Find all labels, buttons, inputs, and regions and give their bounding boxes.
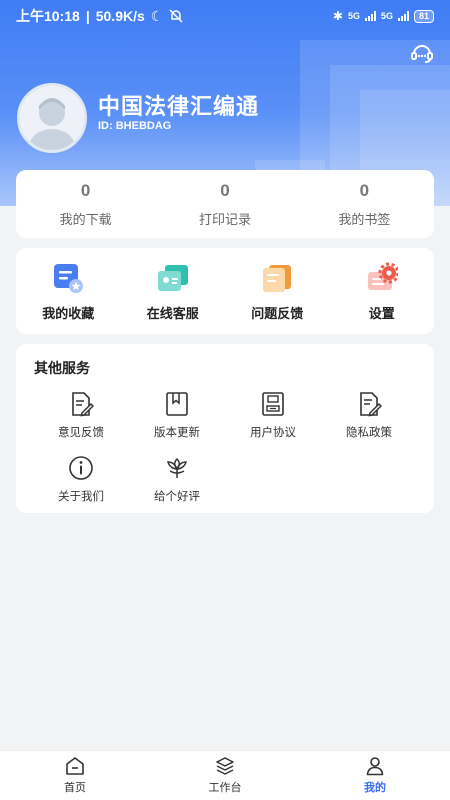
service-item-about-us[interactable]: 关于我们: [33, 455, 129, 504]
tab-label: 工作台: [208, 782, 242, 794]
bottom-tab-bar: 首页 工作台 我的: [0, 750, 450, 800]
stat-print-records[interactable]: 0 打印记录: [155, 170, 294, 238]
bluetooth-icon: ✱: [332, 9, 343, 23]
layers-icon: [216, 757, 234, 775]
service-item-privacy-policy[interactable]: 隐私政策: [321, 391, 417, 440]
network-type-2: 5G: [380, 11, 393, 21]
person-icon: [366, 757, 384, 776]
status-net-speed: 50.9K/s: [95, 8, 145, 24]
network-type-1: 5G: [347, 11, 360, 21]
service-item-user-agreement[interactable]: 用户协议: [225, 391, 321, 440]
user-avatar-icon: [20, 86, 84, 150]
stat-bookmarks[interactable]: 0 我的书签: [295, 170, 434, 238]
stat-downloads[interactable]: 0 我的下载: [16, 170, 155, 238]
signal-icon: [364, 11, 376, 21]
customer-service-icon: [157, 265, 188, 291]
quick-action-favorites[interactable]: 我的收藏: [16, 248, 121, 334]
service-label: 关于我们: [58, 491, 104, 503]
stat-value: 0: [359, 180, 370, 200]
service-label: 给个好评: [154, 491, 200, 503]
service-item-version-update[interactable]: 版本更新: [129, 391, 225, 440]
user-id: ID: BHEBDAG: [98, 120, 172, 132]
moon-icon: ☾: [150, 7, 164, 24]
stats-card: 0 我的下载 0 打印记录 0 我的书签: [16, 170, 434, 238]
service-label: 版本更新: [154, 427, 200, 439]
quick-action-settings[interactable]: 设置: [330, 248, 435, 334]
status-bar: 上午10:18 | 50.9K/s ☾ ✱ 5G 5G 81: [0, 0, 450, 32]
tab-label: 我的: [364, 782, 386, 794]
flower-icon: [167, 457, 187, 478]
other-services-card: 其他服务 意见反馈 版本更新 用户协议 隐私政策 关于我们 给个好评: [16, 344, 434, 513]
favorites-icon: [54, 264, 84, 293]
stat-label: 我的下载: [59, 211, 112, 227]
stat-value: 0: [80, 180, 91, 200]
tab-workbench[interactable]: 工作台: [150, 751, 300, 800]
quick-action-customer-service[interactable]: 在线客服: [121, 248, 226, 334]
avatar[interactable]: [17, 83, 87, 153]
quick-action-label: 问题反馈: [251, 306, 304, 321]
agreement-icon: [262, 392, 284, 416]
headset-icon[interactable]: [410, 42, 434, 64]
section-title: 其他服务: [34, 360, 90, 376]
quick-action-label: 我的收藏: [42, 306, 95, 321]
document-pen-icon: [72, 392, 94, 417]
status-divider: |: [85, 8, 90, 24]
feedback-icon: [263, 265, 292, 292]
stat-label: 我的书签: [338, 211, 391, 227]
status-time: 上午10:18: [16, 8, 80, 24]
tab-label: 首页: [64, 782, 86, 794]
privacy-document-icon: [360, 392, 382, 417]
quick-action-feedback[interactable]: 问题反馈: [225, 248, 330, 334]
battery-indicator: 81: [413, 9, 434, 23]
signal-icon: [397, 11, 409, 21]
quick-action-label: 设置: [368, 306, 395, 321]
settings-gear-icon: [367, 262, 398, 290]
mute-bell-icon: [169, 9, 183, 23]
service-label: 意见反馈: [58, 427, 104, 439]
bookmark-book-icon: [166, 392, 188, 416]
stat-label: 打印记录: [198, 211, 251, 227]
home-icon: [66, 757, 84, 775]
tab-mine[interactable]: 我的: [300, 751, 450, 800]
quick-action-label: 在线客服: [146, 306, 199, 321]
service-item-rate-app[interactable]: 给个好评: [129, 455, 225, 504]
service-item-feedback[interactable]: 意见反馈: [33, 391, 129, 440]
service-label: 隐私政策: [346, 427, 392, 439]
app-title: 中国法律汇编通: [98, 94, 260, 119]
service-label: 用户协议: [250, 427, 296, 439]
tab-home[interactable]: 首页: [0, 751, 150, 800]
stat-value: 0: [220, 180, 230, 200]
quick-actions-card: 我的收藏 在线客服 问题反馈 设置: [16, 248, 434, 334]
info-icon: [69, 456, 93, 480]
